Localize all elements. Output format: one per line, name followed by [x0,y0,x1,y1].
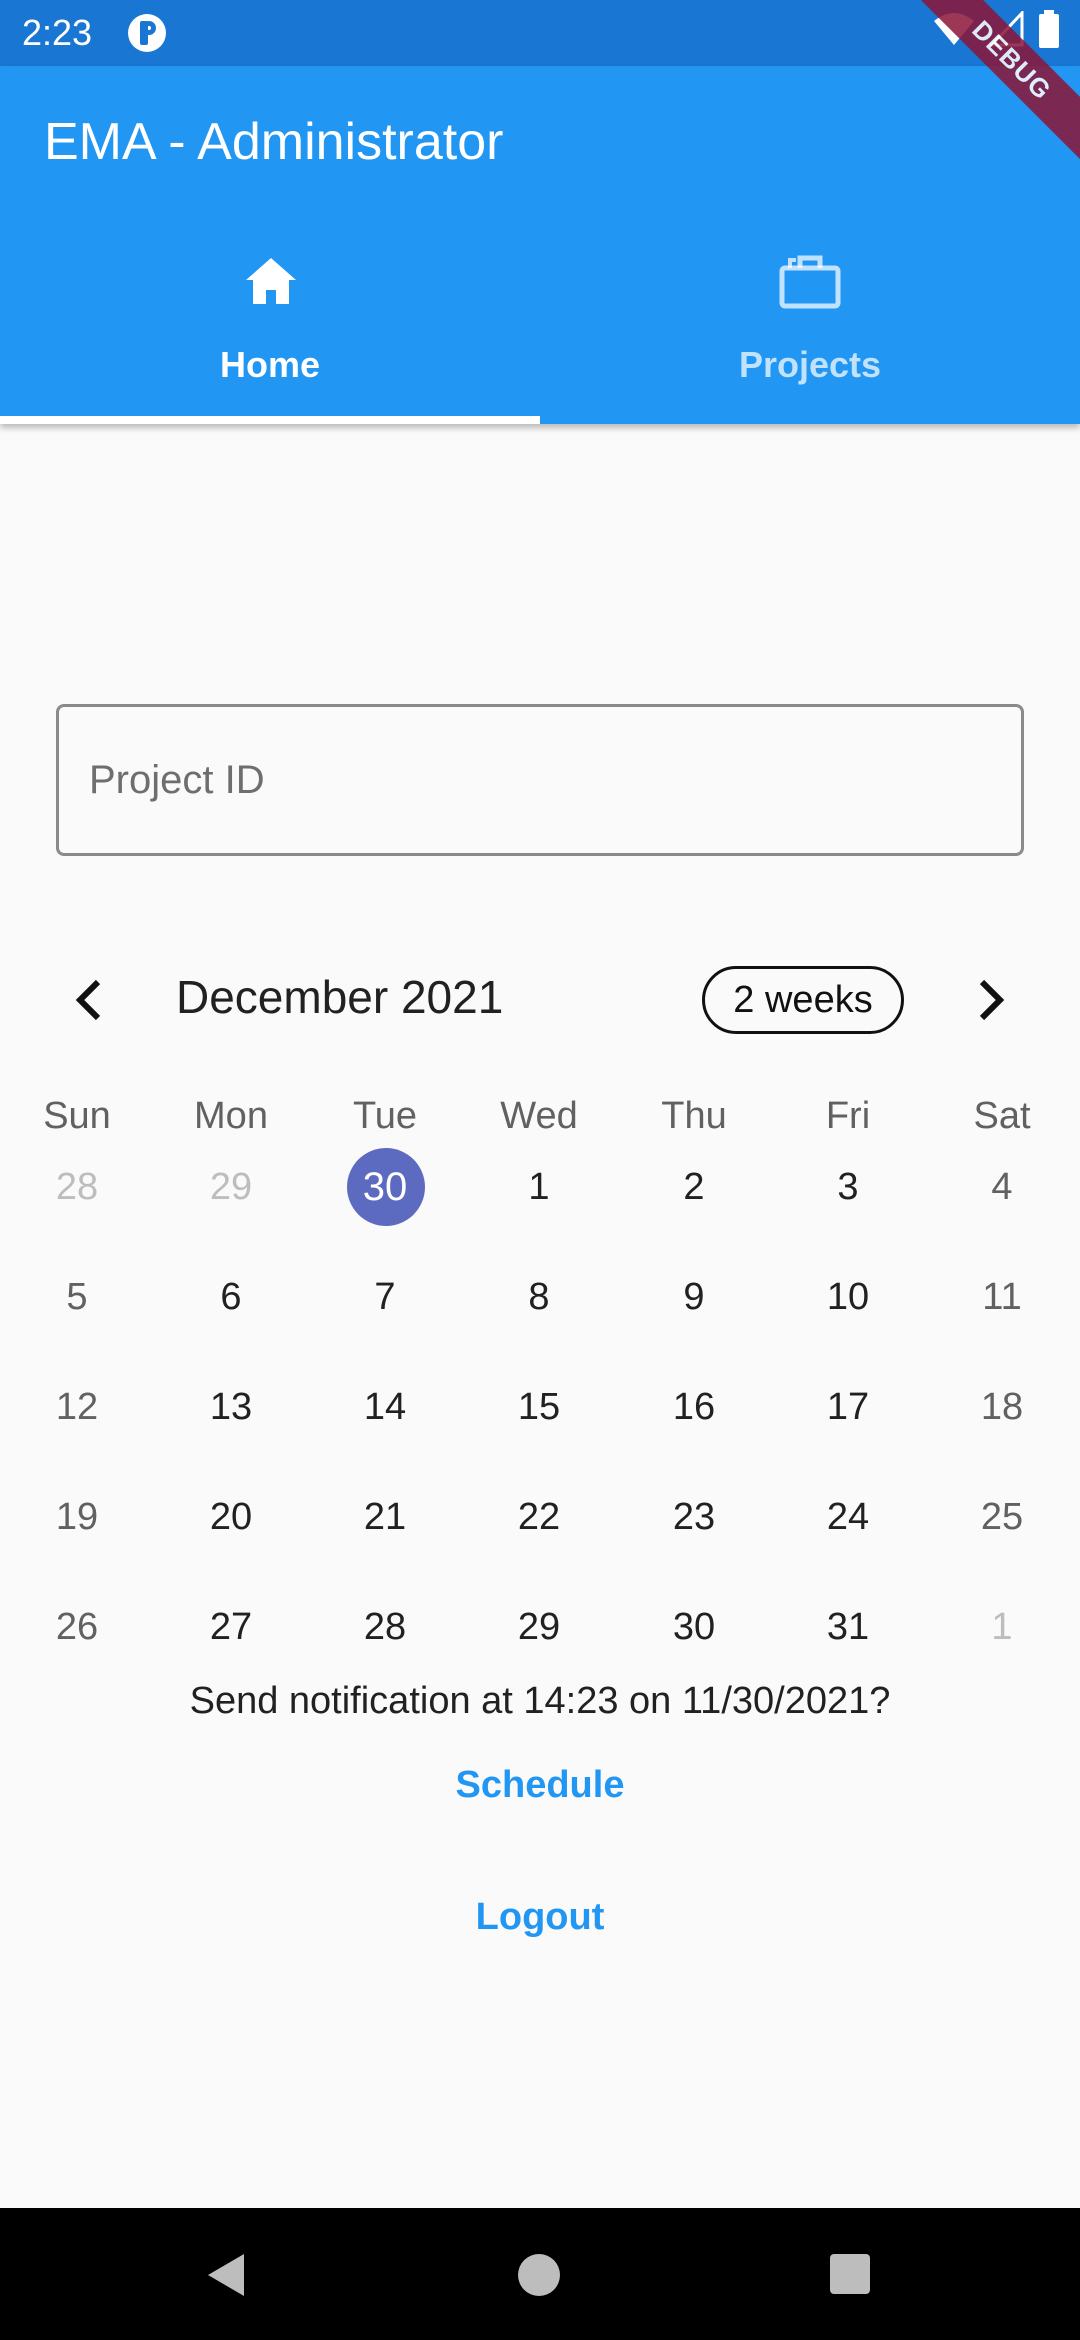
calendar-day[interactable]: 8 [462,1267,616,1327]
calendar-day[interactable]: 3 [771,1157,925,1217]
briefcase-icon [779,255,841,309]
calendar-format-button[interactable]: 2 weeks [702,966,904,1034]
home-nav-icon[interactable] [518,2254,560,2296]
calendar-day[interactable]: 29 [154,1157,308,1217]
calendar-days-of-week: Sun Mon Tue Wed Thu Fri Sat [0,1086,1080,1146]
calendar-day[interactable]: 22 [462,1487,616,1547]
calendar-day[interactable]: 13 [154,1377,308,1437]
calendar-day[interactable]: 17 [771,1377,925,1437]
calendar-day[interactable]: 21 [308,1487,462,1547]
app-notification-icon [128,14,166,52]
status-bar: 2:23 [0,0,1080,66]
calendar-day[interactable]: 7 [308,1267,462,1327]
calendar-day[interactable]: 23 [617,1487,771,1547]
calendar-day[interactable]: 25 [925,1487,1079,1547]
calendar-week: 26 27 28 29 30 31 1 [0,1597,1080,1657]
schedule-button[interactable]: Schedule [390,1750,690,1820]
calendar-day[interactable]: 4 [925,1157,1079,1217]
calendar-week: 12 13 14 15 16 17 18 [0,1377,1080,1437]
calendar-day[interactable]: 1 [462,1157,616,1217]
dow-tue: Tue [352,1095,418,1137]
calendar-day[interactable]: 30 [617,1597,771,1657]
dow-sat: Sat [973,1095,1031,1137]
calendar-day[interactable]: 16 [617,1377,771,1437]
calendar-week: 28 29 30 1 2 3 4 [0,1157,1080,1217]
calendar-day[interactable]: 20 [154,1487,308,1547]
calendar-day[interactable]: 1 [925,1597,1079,1657]
calendar-day[interactable]: 5 [0,1267,154,1327]
dow-fri: Fri [825,1095,871,1137]
battery-icon [1039,10,1059,48]
calendar-day[interactable]: 6 [154,1267,308,1327]
project-id-input[interactable] [56,704,1024,856]
calendar-day[interactable]: 14 [308,1377,462,1437]
calendar-day[interactable]: 27 [154,1597,308,1657]
tab-indicator [0,416,540,424]
calendar-day[interactable]: 26 [0,1597,154,1657]
status-time: 2:23 [22,12,93,53]
calendar-day[interactable]: 29 [462,1597,616,1657]
calendar-day[interactable]: 11 [925,1267,1079,1327]
calendar-day[interactable]: 10 [771,1267,925,1327]
tab-projects-label: Projects [738,344,882,385]
calendar-day[interactable]: 19 [0,1487,154,1547]
app-title: EMA - Administrator [44,113,504,171]
calendar-day[interactable]: 28 [0,1157,154,1217]
home-icon [246,258,296,304]
calendar-day[interactable]: 2 [617,1157,771,1217]
calendar-day[interactable]: 28 [308,1597,462,1657]
chevron-right-icon[interactable] [972,976,1012,1024]
calendar-month-label: December 2021 [176,971,504,1023]
calendar-day[interactable]: 18 [925,1377,1079,1437]
tab-home-label: Home [219,344,321,385]
chevron-left-icon[interactable] [68,976,108,1024]
logout-button[interactable]: Logout [390,1882,690,1952]
recents-icon[interactable] [830,2254,870,2294]
system-nav-bar [0,2208,1080,2340]
calendar-day-selected[interactable]: 30 [308,1157,462,1217]
back-icon[interactable] [204,2252,248,2298]
calendar-day[interactable]: 31 [771,1597,925,1657]
calendar-day[interactable]: 9 [617,1267,771,1327]
dow-thu: Thu [661,1095,727,1137]
calendar-day[interactable]: 15 [462,1377,616,1437]
dow-sun: Sun [43,1095,111,1137]
calendar-week: 19 20 21 22 23 24 25 [0,1487,1080,1547]
dow-wed: Wed [500,1095,578,1137]
tab-home[interactable]: Home [0,232,540,424]
calendar-day[interactable]: 24 [771,1487,925,1547]
dow-mon: Mon [194,1095,268,1137]
calendar-week: 5 6 7 8 9 10 11 [0,1267,1080,1327]
calendar-day[interactable]: 12 [0,1377,154,1437]
tab-projects[interactable]: Projects [540,232,1080,424]
notification-prompt: Send notification at 14:23 on 11/30/2021… [189,1680,891,1722]
